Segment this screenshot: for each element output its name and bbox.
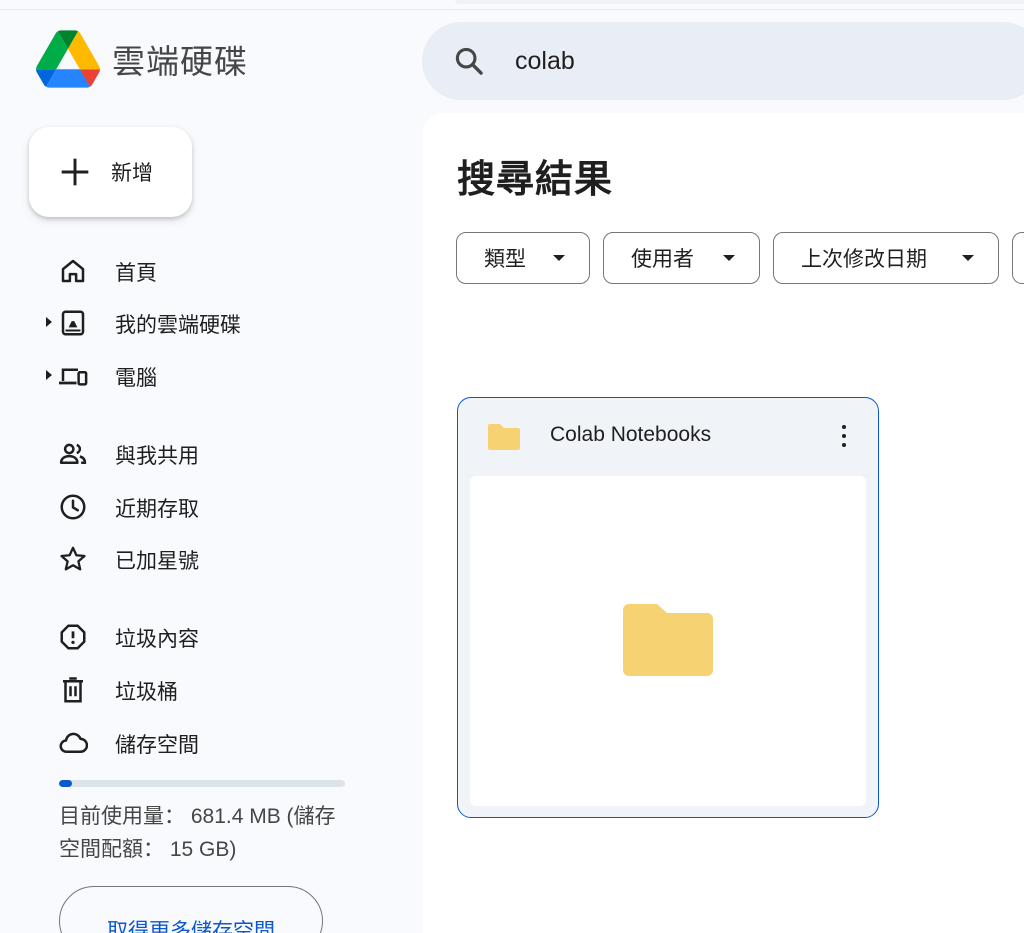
storage-meter bbox=[59, 780, 345, 787]
expand-caret-icon[interactable] bbox=[46, 317, 52, 327]
spam-icon bbox=[60, 624, 86, 650]
tab-notch bbox=[455, 0, 1024, 4]
folder-preview bbox=[470, 476, 866, 806]
get-more-storage-button[interactable]: 取得更多儲存空間 bbox=[59, 886, 323, 933]
sidebar-item-label: 垃圾內容 bbox=[115, 628, 199, 651]
more-options-icon[interactable] bbox=[830, 418, 858, 454]
filter-chip-label: 類型 bbox=[484, 248, 526, 271]
sidebar-item-label: 電腦 bbox=[115, 367, 157, 390]
sidebar-item-trash[interactable]: 垃圾桶 bbox=[40, 667, 410, 711]
sidebar-item-my-drive[interactable]: 我的雲端硬碟 bbox=[40, 300, 410, 344]
my-drive-icon bbox=[61, 310, 85, 336]
folder-name: Colab Notebooks bbox=[550, 423, 712, 446]
sidebar-item-label: 首頁 bbox=[115, 262, 157, 285]
storage-usage-text: 目前使用量： 681.4 MB (儲存空間配額： 15 GB) bbox=[59, 805, 336, 861]
top-strip bbox=[0, 0, 1024, 10]
computers-icon bbox=[59, 368, 88, 386]
folder-icon bbox=[623, 604, 713, 676]
trash-icon bbox=[63, 677, 83, 703]
home-icon bbox=[61, 259, 85, 283]
sidebar-item-shared[interactable]: 與我共用 bbox=[40, 431, 410, 475]
storage-meter-fill bbox=[59, 780, 72, 787]
sidebar-item-label: 與我共用 bbox=[115, 445, 199, 468]
dropdown-arrow-icon bbox=[723, 255, 735, 261]
search-bar[interactable]: colab bbox=[422, 22, 1024, 100]
sidebar-item-label: 近期存取 bbox=[115, 498, 199, 521]
drive-app: 雲端硬碟 colab 新增 首頁 我的雲端硬碟 電腦 與我共用 近期存取 已加星… bbox=[0, 0, 1024, 933]
dropdown-arrow-icon bbox=[553, 255, 565, 261]
app-title: 雲端硬碟 bbox=[112, 43, 248, 80]
expand-caret-icon[interactable] bbox=[46, 370, 52, 380]
star-icon bbox=[60, 546, 86, 571]
filter-chip-modified[interactable]: 上次修改日期 bbox=[773, 232, 999, 284]
sidebar-item-storage[interactable]: 儲存空間 bbox=[40, 720, 410, 764]
sidebar-item-recent[interactable]: 近期存取 bbox=[40, 484, 410, 528]
drive-logo[interactable]: 雲端硬碟 bbox=[36, 30, 248, 88]
new-button[interactable]: 新增 bbox=[29, 127, 192, 217]
filter-chip-label: 使用者 bbox=[631, 248, 694, 271]
sidebar-item-computers[interactable]: 電腦 bbox=[40, 353, 410, 397]
sidebar-item-starred[interactable]: 已加星號 bbox=[40, 536, 410, 580]
sidebar-item-spam[interactable]: 垃圾內容 bbox=[40, 614, 410, 658]
folder-icon bbox=[488, 424, 520, 450]
filter-chip-more[interactable] bbox=[1012, 232, 1024, 284]
clock-icon bbox=[60, 494, 86, 520]
plus-icon bbox=[61, 158, 89, 186]
filter-chip-people[interactable]: 使用者 bbox=[603, 232, 760, 284]
search-input[interactable]: colab bbox=[515, 47, 575, 76]
dropdown-arrow-icon bbox=[962, 255, 974, 261]
sidebar-item-label: 儲存空間 bbox=[115, 734, 199, 757]
shared-people-icon bbox=[59, 443, 87, 464]
filter-chip-type[interactable]: 類型 bbox=[456, 232, 590, 284]
filter-chip-label: 上次修改日期 bbox=[801, 248, 927, 271]
cloud-icon bbox=[59, 732, 88, 753]
sidebar-item-label: 垃圾桶 bbox=[115, 681, 178, 704]
sidebar-item-home[interactable]: 首頁 bbox=[40, 248, 410, 292]
sidebar-item-label: 我的雲端硬碟 bbox=[115, 314, 241, 337]
search-icon[interactable] bbox=[452, 44, 486, 78]
page-title: 搜尋結果 bbox=[457, 159, 614, 201]
folder-card[interactable]: Colab Notebooks bbox=[457, 397, 879, 818]
new-button-label: 新增 bbox=[111, 162, 153, 185]
sidebar-item-label: 已加星號 bbox=[115, 550, 199, 573]
drive-logo-icon bbox=[36, 30, 100, 88]
